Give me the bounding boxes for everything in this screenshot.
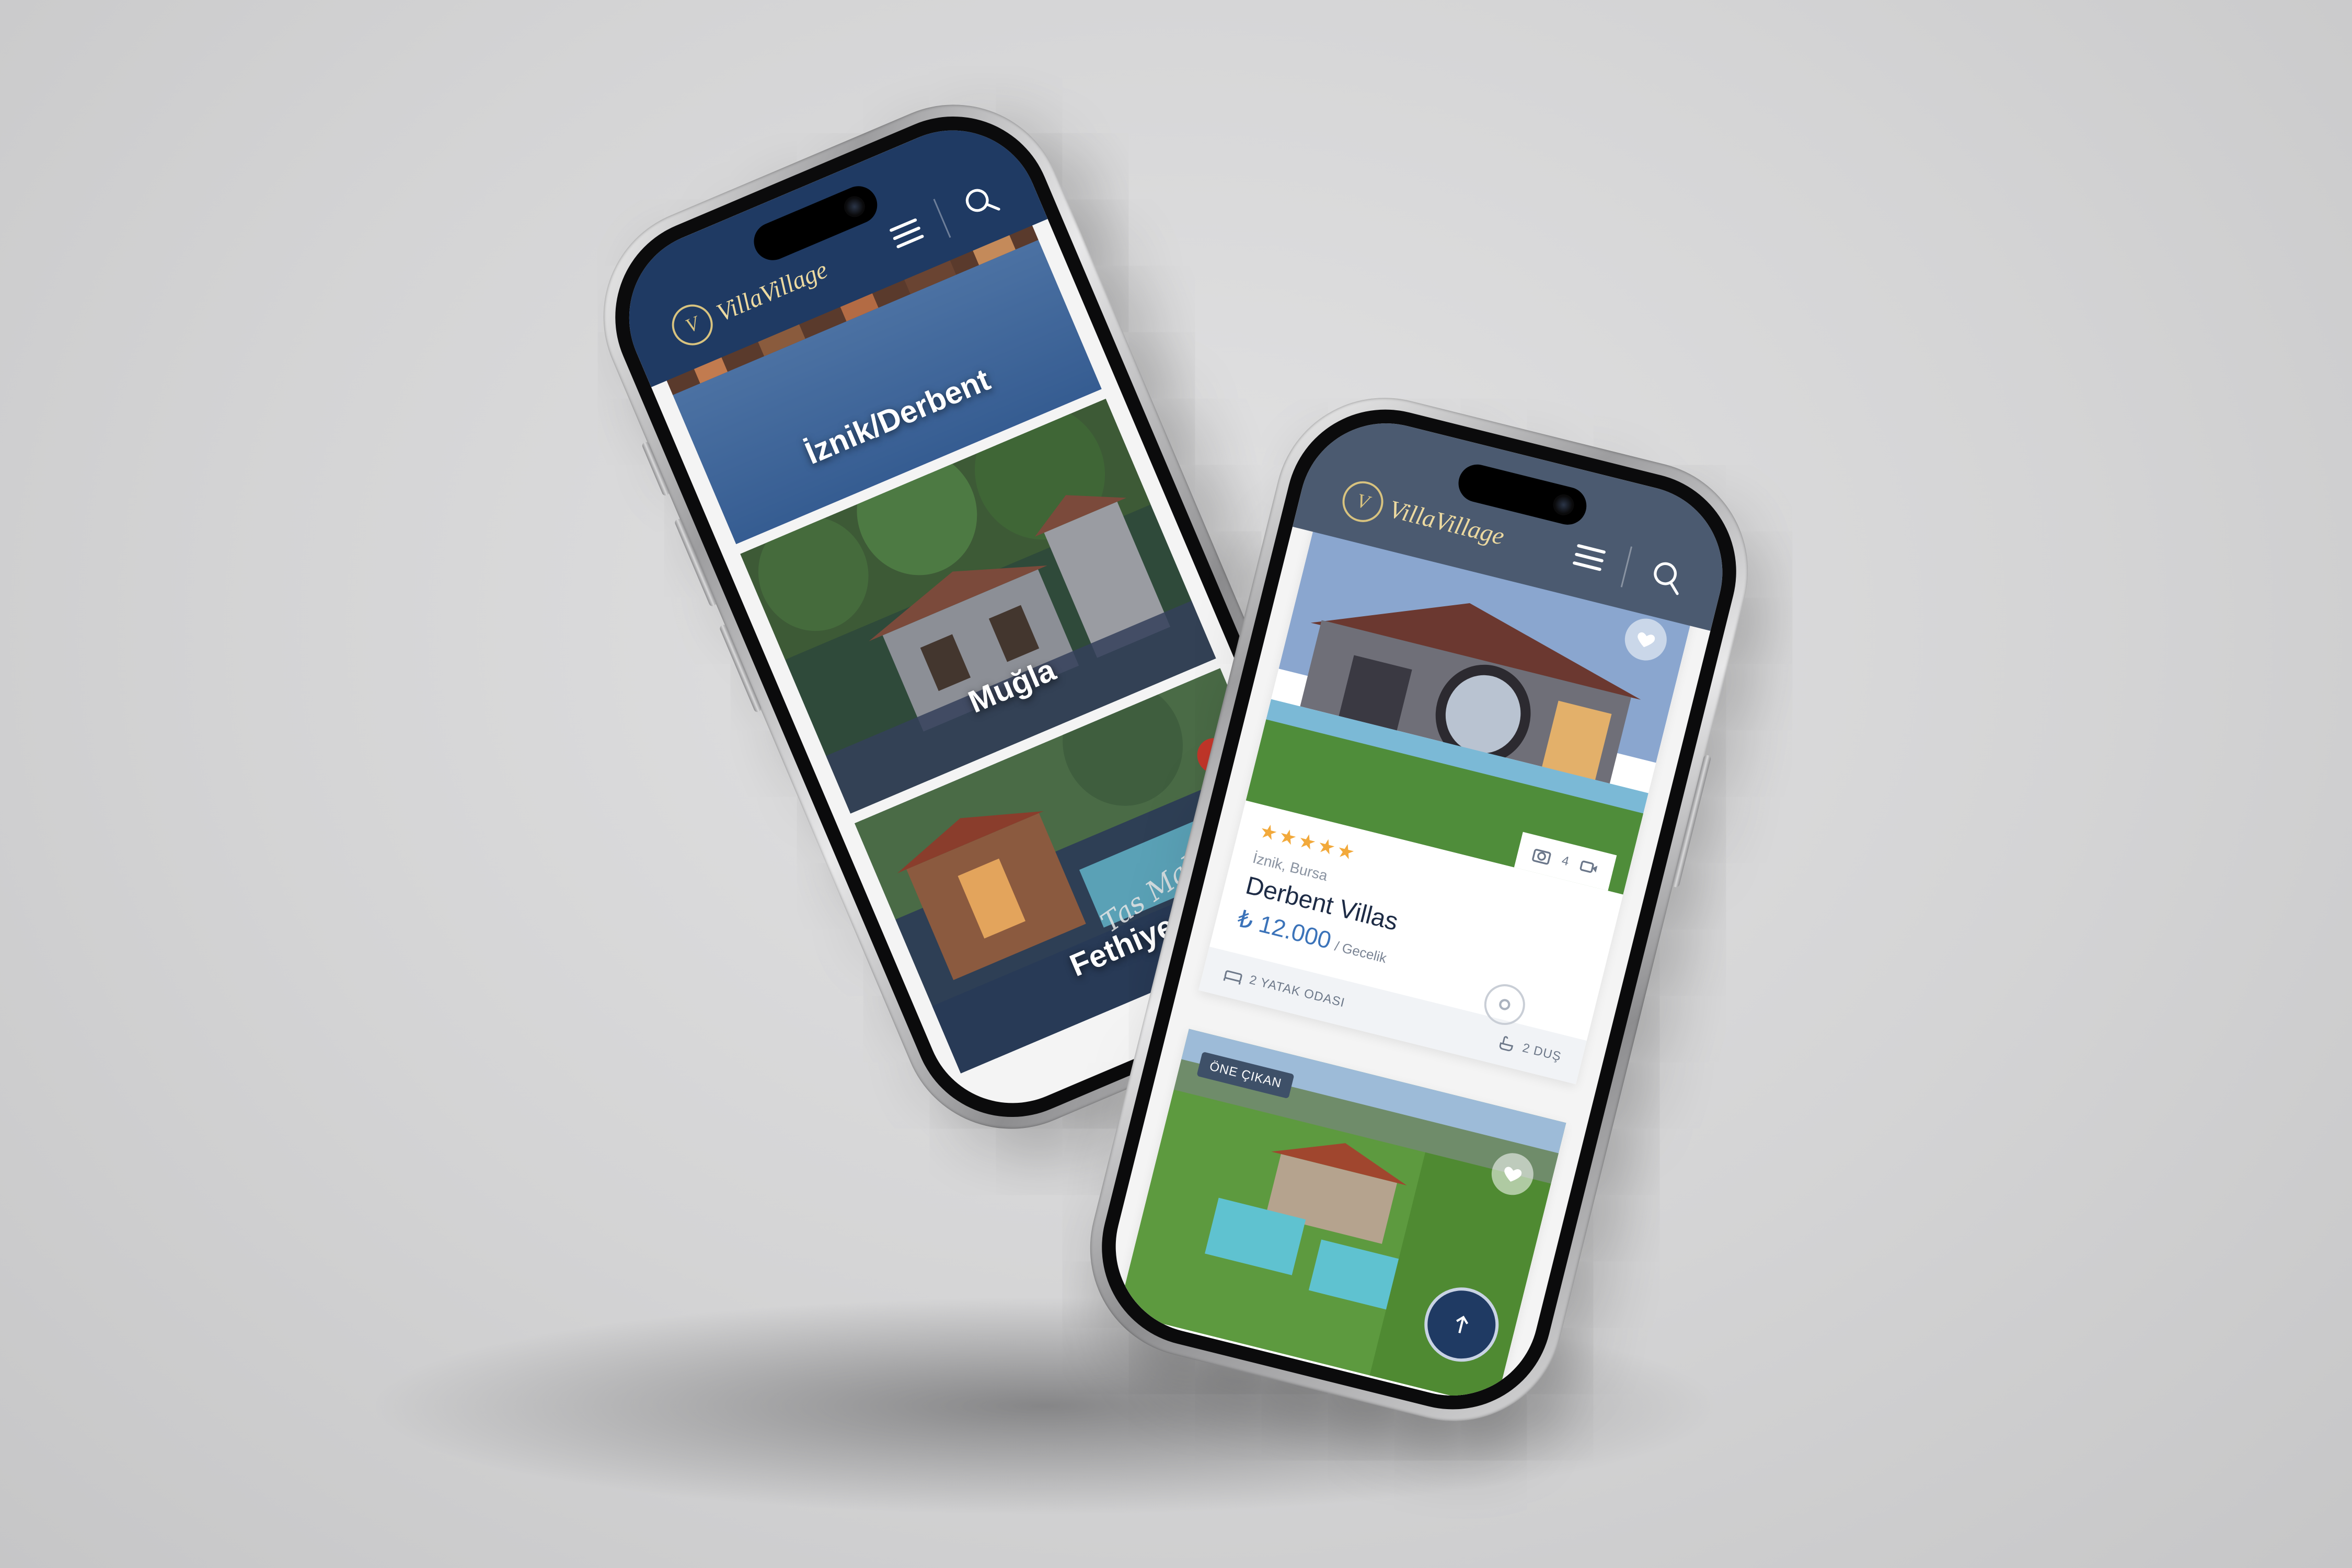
shower-icon bbox=[1500, 1036, 1514, 1052]
video-icon[interactable] bbox=[1576, 855, 1601, 880]
heart-icon bbox=[1638, 632, 1655, 648]
listing-photo[interactable]: ÖNE ÇIKAN bbox=[1118, 1029, 1566, 1407]
bed-icon bbox=[1223, 970, 1242, 985]
price-unit: / Gecelik bbox=[1333, 938, 1389, 966]
bedroom-count: 2 YATAK ODASI bbox=[1248, 972, 1346, 1010]
hamburger-menu-icon[interactable] bbox=[1572, 544, 1606, 571]
heart-icon bbox=[1504, 1167, 1522, 1182]
hamburger-menu-icon[interactable] bbox=[889, 218, 925, 249]
arrow-up-icon bbox=[1456, 1316, 1469, 1333]
logo-mark-icon: V bbox=[665, 298, 719, 352]
photo-count: 4 bbox=[1560, 853, 1571, 869]
logo-mark-icon: V bbox=[1338, 477, 1388, 527]
shower-count: 2 DUŞ bbox=[1520, 1041, 1563, 1064]
search-icon[interactable] bbox=[957, 178, 1005, 226]
search-icon[interactable] bbox=[1645, 555, 1690, 599]
header-divider bbox=[1620, 546, 1632, 587]
villa-aerial-photo bbox=[1118, 1029, 1566, 1407]
camera-icon[interactable] bbox=[1529, 843, 1554, 868]
header-divider bbox=[933, 199, 951, 238]
logo-text: VillaVillage bbox=[712, 255, 832, 327]
